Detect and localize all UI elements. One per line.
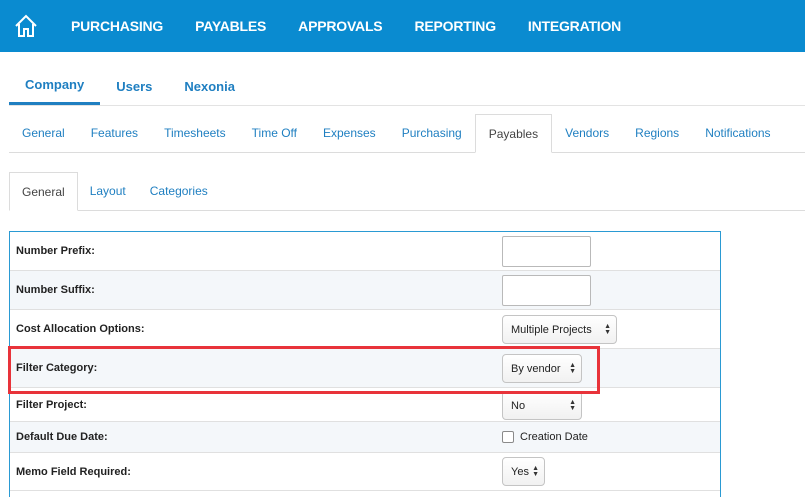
tab-nexonia[interactable]: Nexonia bbox=[168, 66, 251, 106]
filter-category-select[interactable]: By vendor ▲ ▼ bbox=[502, 354, 582, 383]
payables-settings-table: Number Prefix: Number Suffix: Cost Alloc… bbox=[9, 231, 721, 497]
tab-timesheets[interactable]: Timesheets bbox=[151, 114, 239, 152]
subtab-layout[interactable]: Layout bbox=[78, 172, 138, 210]
tab-notifications[interactable]: Notifications bbox=[692, 114, 783, 152]
cost-allocation-select[interactable]: Multiple Projects ▲ ▼ bbox=[502, 315, 617, 344]
tertiary-tabs: General Layout Categories bbox=[9, 172, 805, 211]
filter-project-select[interactable]: No ▲ ▼ bbox=[502, 391, 582, 420]
top-navigation-bar: PURCHASING PAYABLES APPROVALS REPORTING … bbox=[0, 0, 805, 52]
cost-allocation-label: Cost Allocation Options: bbox=[16, 323, 145, 335]
number-suffix-input[interactable] bbox=[502, 275, 591, 306]
number-prefix-label: Number Prefix: bbox=[16, 245, 95, 257]
row-number-prefix: Number Prefix: bbox=[10, 232, 720, 271]
row-default-due-date: Default Due Date: Creation Date bbox=[10, 422, 720, 453]
tab-expenses[interactable]: Expenses bbox=[310, 114, 389, 152]
memo-required-value: Yes bbox=[511, 465, 529, 478]
row-cost-allocation: Cost Allocation Options: Multiple Projec… bbox=[10, 310, 720, 349]
row-filter-category: Filter Category: By vendor ▲ ▼ bbox=[10, 349, 720, 388]
updown-arrows-icon: ▲ ▼ bbox=[604, 322, 611, 336]
memo-required-label: Memo Field Required: bbox=[16, 465, 131, 478]
updown-arrows-icon: ▲ ▼ bbox=[532, 464, 539, 478]
creation-date-checkbox[interactable] bbox=[502, 431, 514, 443]
tab-features[interactable]: Features bbox=[78, 114, 151, 152]
nav-purchasing[interactable]: PURCHASING bbox=[71, 18, 163, 34]
home-icon bbox=[15, 14, 37, 37]
updown-arrows-icon: ▲ ▼ bbox=[569, 361, 576, 375]
subtab-categories[interactable]: Categories bbox=[138, 172, 220, 210]
tab-purchasing[interactable]: Purchasing bbox=[389, 114, 475, 152]
home-button[interactable] bbox=[0, 0, 52, 52]
nav-reporting[interactable]: REPORTING bbox=[414, 18, 496, 34]
filter-project-value: No bbox=[511, 399, 526, 412]
secondary-tabs: General Features Timesheets Time Off Exp… bbox=[9, 114, 805, 153]
tab-vendors[interactable]: Vendors bbox=[552, 114, 622, 152]
filter-category-label: Filter Category: bbox=[16, 362, 98, 374]
number-prefix-input[interactable] bbox=[502, 236, 591, 267]
creation-date-label: Creation Date bbox=[520, 431, 588, 443]
tab-company[interactable]: Company bbox=[9, 66, 101, 105]
updown-arrows-icon: ▲ ▼ bbox=[569, 398, 576, 412]
primary-tabs: Company Users Nexonia bbox=[9, 66, 805, 106]
memo-required-select[interactable]: Yes ▲ ▼ bbox=[502, 457, 545, 486]
filter-project-label: Filter Project: bbox=[16, 398, 87, 411]
subtab-general[interactable]: General bbox=[9, 172, 78, 211]
nav-approvals[interactable]: APPROVALS bbox=[298, 18, 382, 34]
cost-allocation-value: Multiple Projects bbox=[511, 323, 592, 336]
nav-payables[interactable]: PAYABLES bbox=[195, 18, 266, 34]
tab-time-off[interactable]: Time Off bbox=[239, 114, 310, 152]
filter-category-value: By vendor bbox=[511, 362, 561, 375]
nav-integration[interactable]: INTEGRATION bbox=[528, 18, 621, 34]
tab-general[interactable]: General bbox=[9, 114, 78, 152]
number-suffix-label: Number Suffix: bbox=[16, 284, 95, 296]
row-memo-required: Memo Field Required: Yes ▲ ▼ bbox=[10, 453, 720, 491]
row-filter-project: Filter Project: No ▲ ▼ bbox=[10, 388, 720, 422]
row-number-suffix: Number Suffix: bbox=[10, 271, 720, 310]
tab-payables[interactable]: Payables bbox=[474, 114, 553, 153]
tab-regions[interactable]: Regions bbox=[622, 114, 692, 152]
tab-users[interactable]: Users bbox=[100, 66, 168, 106]
default-due-date-label: Default Due Date: bbox=[16, 431, 108, 443]
